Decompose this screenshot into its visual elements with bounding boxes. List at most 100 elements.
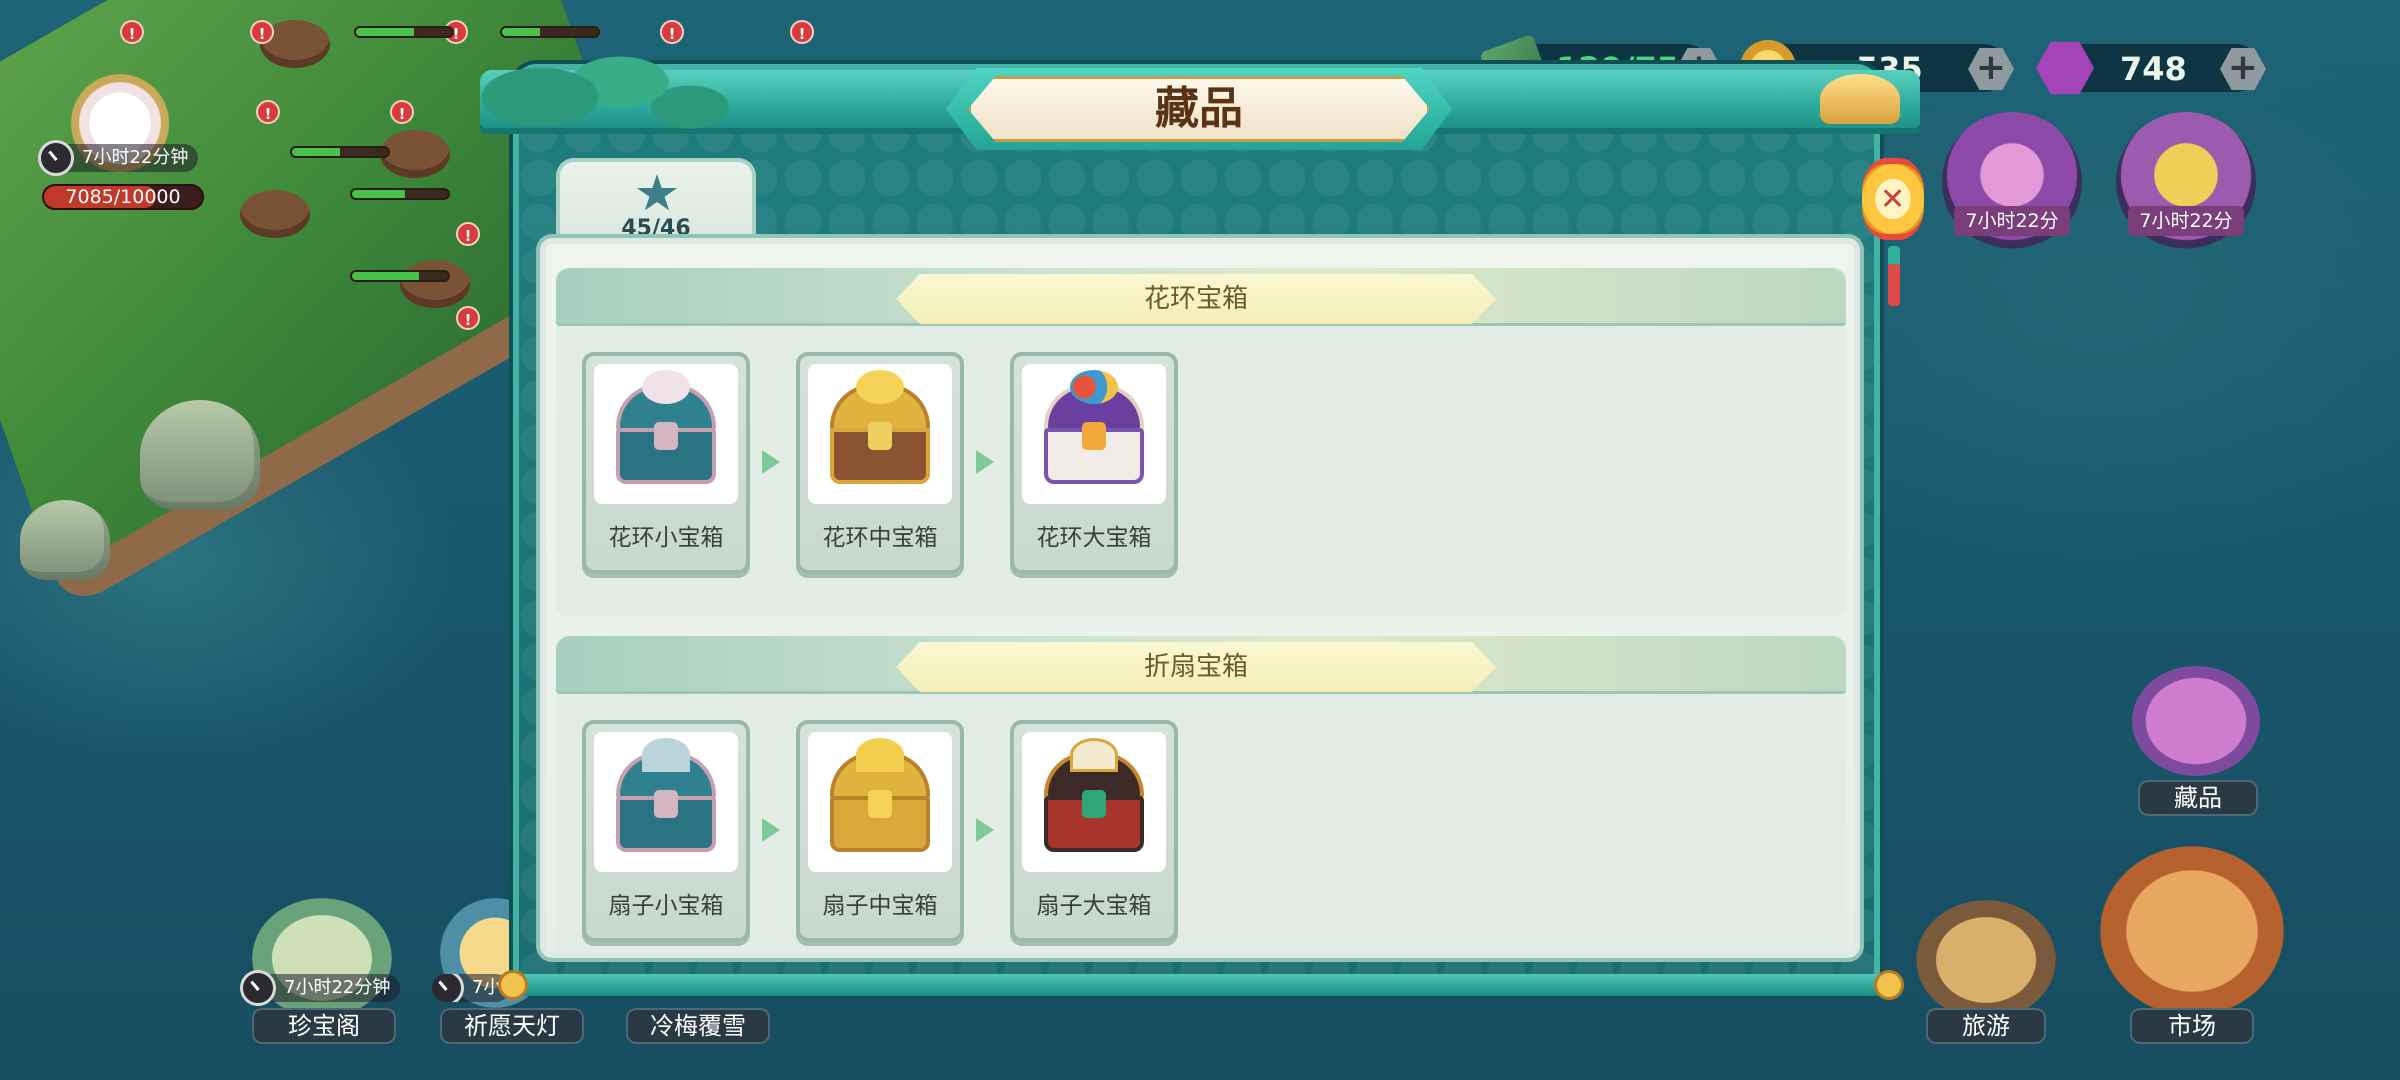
treasure-pavilion-timer-text: 7小时22分钟	[284, 977, 391, 998]
resource-gems: 748 +	[2036, 41, 2266, 95]
chest-card[interactable]: 花环大宝箱	[1010, 352, 1178, 574]
event-timer: 7小时22分	[2128, 206, 2244, 236]
chest-image	[594, 732, 738, 872]
event-icon-gift[interactable]: 7小时22分	[1942, 112, 2082, 252]
chest-card[interactable]: 扇子大宝箱	[1010, 720, 1178, 942]
fan-decoration	[1070, 738, 1118, 772]
chest-lock	[654, 422, 678, 450]
hero-timer: 7小时22分钟	[38, 140, 199, 176]
map-tile[interactable]	[400, 260, 470, 308]
alert-icon[interactable]: !	[250, 20, 274, 44]
flower-decoration	[856, 370, 904, 404]
hero-timer-text: 7小时22分钟	[82, 147, 189, 168]
chest-card[interactable]: 扇子小宝箱	[582, 720, 750, 942]
alert-icon[interactable]: !	[660, 20, 684, 44]
alert-icon[interactable]: !	[120, 20, 144, 44]
rail-cap	[498, 970, 528, 1000]
event-icon-coins[interactable]: 7小时22分	[2116, 112, 2256, 252]
chest-label: 花环小宝箱	[608, 525, 724, 551]
upgrade-arrow-icon	[976, 450, 994, 474]
chest-card[interactable]: 花环中宝箱	[796, 352, 964, 574]
progress-bar	[350, 270, 450, 282]
chest-image	[808, 732, 952, 872]
fan-medium-chest-icon	[830, 738, 930, 852]
wreath-medium-chest-icon	[830, 370, 930, 484]
chest-lock	[1082, 422, 1106, 450]
plum-snow-button[interactable]: 冷梅覆雪	[626, 1008, 770, 1044]
collection-button[interactable]: 藏品	[2138, 780, 2258, 816]
section-header: 折扇宝箱	[556, 636, 1846, 694]
tab-collection-star[interactable]: 45/46	[556, 158, 756, 248]
progress-bar	[354, 26, 454, 38]
alert-icon[interactable]: !	[390, 100, 414, 124]
wreath-large-chest-icon	[1044, 370, 1144, 484]
chest-lock	[868, 790, 892, 818]
fan-decoration	[642, 738, 690, 772]
section-title: 花环宝箱	[1143, 284, 1248, 314]
upgrade-arrow-icon	[762, 818, 780, 842]
lantern-tassel	[1888, 246, 1900, 306]
event-timer: 7小时22分	[1954, 206, 2070, 236]
section-title: 折扇宝箱	[1143, 652, 1248, 682]
chest-image	[808, 364, 952, 504]
chest-label: 扇子小宝箱	[608, 893, 724, 919]
collection-panel[interactable]: 花环宝箱 花环小宝箱 花环中宝箱 花环大宝箱 折扇宝箱 扇子小宝箱 扇子中宝箱 …	[540, 238, 1860, 958]
section-fan-chests: 折扇宝箱 扇子小宝箱 扇子中宝箱 扇子大宝箱	[556, 636, 1846, 952]
alert-icon[interactable]: !	[790, 20, 814, 44]
rock-island	[20, 500, 110, 580]
map-tile[interactable]	[380, 130, 450, 178]
hero-avatar[interactable]	[52, 62, 188, 198]
rock-island	[140, 400, 260, 510]
treasure-pavilion-timer: 7小时22分钟	[240, 970, 401, 1006]
fan-large-chest-icon	[1044, 738, 1144, 852]
alert-icon[interactable]: !	[456, 222, 480, 246]
chest-image	[1022, 364, 1166, 504]
flower-decoration	[1070, 370, 1118, 404]
rail-cap	[1874, 970, 1904, 1000]
fan-decoration	[856, 738, 904, 772]
progress-bar	[290, 146, 390, 158]
chest-image	[594, 364, 738, 504]
chest-label: 扇子中宝箱	[822, 893, 938, 919]
market-button[interactable]: 市场	[2130, 1008, 2254, 1044]
chest-lock	[654, 790, 678, 818]
clock-icon	[432, 974, 464, 1002]
cloud-ornament-icon	[1820, 74, 1900, 124]
map-tile[interactable]	[240, 190, 310, 238]
modal-bottom-rail	[503, 974, 1899, 996]
fan-small-chest-icon	[616, 738, 716, 852]
clock-icon	[240, 970, 276, 1006]
hero-hp-text: 7085/10000	[65, 186, 181, 208]
travel-icon[interactable]	[1916, 900, 2056, 1020]
alert-icon[interactable]: !	[456, 306, 480, 330]
pine-decoration	[480, 52, 740, 142]
wish-lantern-timer-text: 7小	[472, 977, 502, 998]
chest-lock	[1082, 790, 1106, 818]
close-icon: ✕	[1880, 182, 1906, 217]
gems-value: 748	[2120, 50, 2187, 88]
chest-card[interactable]: 扇子中宝箱	[796, 720, 964, 942]
upgrade-arrow-icon	[762, 450, 780, 474]
upgrade-arrow-icon	[976, 818, 994, 842]
hero-hp-bar: 7085/10000	[42, 184, 204, 210]
alert-icon[interactable]: !	[256, 100, 280, 124]
close-lantern-button[interactable]: ✕	[1862, 158, 1924, 240]
chest-label: 花环大宝箱	[1036, 525, 1152, 551]
star-icon	[636, 174, 678, 211]
chest-image	[1022, 732, 1166, 872]
modal-title: 藏品	[1155, 83, 1243, 134]
collection-chest-icon[interactable]	[2132, 666, 2260, 776]
section-wreath-chests: 花环宝箱 花环小宝箱 花环中宝箱 花环大宝箱	[556, 268, 1846, 616]
market-icon[interactable]	[2100, 846, 2284, 1016]
travel-button[interactable]: 旅游	[1926, 1008, 2046, 1044]
chest-label: 扇子大宝箱	[1036, 893, 1152, 919]
section-header: 花环宝箱	[556, 268, 1846, 326]
chest-card[interactable]: 花环小宝箱	[582, 352, 750, 574]
wish-lantern-button[interactable]: 祈愿天灯	[440, 1008, 584, 1044]
clock-icon	[38, 140, 74, 176]
wreath-small-chest-icon	[616, 370, 716, 484]
treasure-pavilion-button[interactable]: 珍宝阁	[252, 1008, 396, 1044]
chest-lock	[868, 422, 892, 450]
flower-decoration	[642, 370, 690, 404]
progress-bar	[500, 26, 600, 38]
